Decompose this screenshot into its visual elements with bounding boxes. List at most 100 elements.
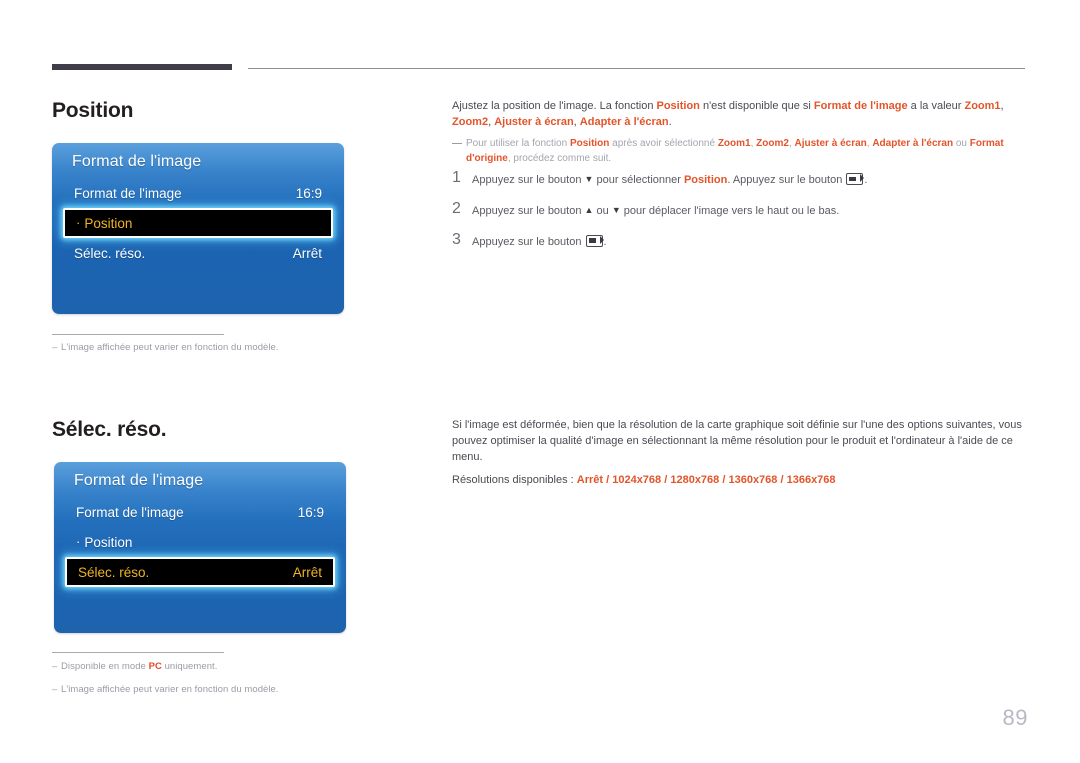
- resolution-option: 1366x768: [786, 473, 836, 486]
- available-resolutions: Résolutions disponibles : Arrêt / 1024x7…: [452, 473, 1027, 489]
- highlighted-term: Position: [569, 137, 610, 149]
- highlighted-term: Adapter à l'écran: [579, 115, 669, 128]
- footnote: – Disponible en mode PC uniquement.: [52, 661, 217, 672]
- footnote: – L'image affichée peut varier en fonctio…: [52, 684, 279, 695]
- osd-row-label: Sélec. réso.: [78, 564, 150, 580]
- highlighted-term: Position: [656, 100, 700, 112]
- highlighted-term: Format de l'image: [813, 100, 908, 112]
- highlighted-term: Zoom1: [964, 100, 1001, 112]
- osd-menu-position: Format de l'image Format de l'image 16:9 ·…: [52, 143, 344, 314]
- footnote-dash: –: [52, 684, 58, 695]
- text-run: ou: [953, 137, 970, 149]
- osd-row-list: Format de l'image 16:9 · Position Sélec. rés…: [54, 497, 346, 587]
- footnote-text: L'image affichée peut varier en fonction…: [61, 342, 279, 353]
- bullet-dot-icon: ·: [76, 214, 81, 230]
- osd-row-label: Sélec. réso.: [74, 245, 146, 261]
- osd-row[interactable]: Format de l'image 16:9: [65, 497, 335, 527]
- resolution-option: 1280x768: [670, 473, 720, 486]
- resolution-option: Arrêt: [576, 473, 604, 486]
- osd-header: Format de l'image: [74, 472, 204, 489]
- footnote-text: Disponible en mode PC uniquement.: [61, 661, 218, 672]
- osd-row-value: 16:9: [297, 504, 324, 520]
- highlighted-term: Zoom1: [717, 137, 751, 149]
- footnote-dash: –: [52, 661, 58, 672]
- instruction-steps: 1 Appuyez sur le bouton ▼ pour sélectionn…: [452, 169, 1027, 263]
- resolution-option: 1360x768: [728, 473, 778, 486]
- footnote-dash: –: [52, 342, 58, 353]
- header-rule-thick: [52, 64, 232, 70]
- text-run: .: [864, 174, 868, 186]
- text-run: après avoir sélectionné: [609, 137, 718, 149]
- description-block-selec-reso: Si l'image est déformée, bien que la rés…: [452, 418, 1027, 489]
- resolutions-label: Résolutions disponibles :: [452, 473, 577, 486]
- section-title-position: Position: [52, 99, 134, 122]
- osd-row[interactable]: Format de l'image 16:9: [63, 178, 333, 208]
- step-number: 3: [452, 230, 461, 248]
- description-block-position: Ajustez la position de l'image. La fonct…: [452, 99, 1027, 166]
- osd-row-label: Format de l'image: [74, 185, 182, 201]
- bullet-dot-icon: ·: [76, 533, 81, 549]
- osd-row[interactable]: · Position: [63, 208, 333, 238]
- text-run: Appuyez sur le bouton: [472, 235, 585, 248]
- instruction-step: 2 Appuyez sur le bouton ▲ ou ▼ pour dépla…: [452, 199, 1027, 220]
- osd-row[interactable]: · Position: [65, 527, 335, 557]
- osd-row-label: · Position: [76, 533, 133, 550]
- highlighted-term: Adapter à l'écran: [872, 137, 954, 149]
- osd-row-value: Arrêt: [292, 245, 322, 261]
- arrow-down-icon: ▼: [584, 174, 594, 184]
- osd-row[interactable]: Sélec. réso. Arrêt: [65, 557, 335, 587]
- highlighted-term: Position: [683, 174, 728, 186]
- resolution-option: 1024x768: [612, 473, 662, 486]
- subnote-dash: [452, 142, 462, 145]
- osd-header: Format de l'image: [72, 153, 202, 170]
- subnote-text: Pour utiliser la fonction Position après…: [466, 138, 1004, 164]
- description-paragraph: Si l'image est déformée, bien que la rés…: [452, 418, 1027, 466]
- footnote-text: L'image affichée peut varier en fonction…: [61, 684, 279, 695]
- text-run: a la valeur: [907, 100, 965, 112]
- osd-row-label: · Position: [76, 214, 133, 231]
- text-run: ou: [593, 204, 612, 217]
- instruction-step: 1 Appuyez sur le bouton ▼ pour sélectionn…: [452, 169, 1027, 189]
- note-divider: [52, 652, 224, 653]
- step-text: Appuyez sur le bouton ▼ pour sélectionne…: [472, 170, 867, 189]
- highlighted-term: Ajuster à écran: [794, 137, 867, 149]
- text-run: Si l'image est déformée, bien que la rés…: [452, 419, 1022, 463]
- osd-menu-selec-reso: Format de l'image Format de l'image 16:9 ·…: [54, 462, 346, 633]
- header-rule-thin: [248, 68, 1025, 69]
- osd-row-list: Format de l'image 16:9 · Position Sélec. rés…: [52, 178, 344, 268]
- resolution-separator: /: [777, 473, 787, 486]
- text-run: ,: [1000, 100, 1004, 112]
- osd-row-label: Format de l'image: [76, 504, 184, 520]
- text-run: Appuyez sur le bouton: [472, 174, 585, 186]
- osd-row[interactable]: Sélec. réso. Arrêt: [63, 238, 333, 268]
- description-paragraph: Ajustez la position de l'image. La fonct…: [452, 99, 1027, 131]
- text-run: Appuyez sur le bouton: [472, 204, 585, 217]
- instruction-step: 3 Appuyez sur le bouton .: [452, 230, 1027, 251]
- enter-button-icon: [846, 173, 865, 185]
- highlighted-term: Ajuster à écran: [494, 115, 574, 128]
- text-run: pour sélectionner: [593, 174, 684, 186]
- pc-mode-term: PC: [148, 661, 162, 672]
- resolution-separator: /: [603, 473, 613, 486]
- text-run: , procédez comme suit.: [507, 152, 612, 164]
- step-number: 2: [452, 199, 461, 217]
- page-number: 89: [1002, 705, 1028, 730]
- highlighted-term: Zoom2: [756, 137, 789, 149]
- text-run: . Appuyez sur le bouton: [727, 174, 846, 186]
- text-run: Pour utiliser la fonction: [466, 137, 570, 149]
- arrow-up-icon: ▲: [584, 204, 594, 215]
- description-subnote: Pour utiliser la fonction Position après…: [452, 136, 1027, 166]
- enter-button-icon: [585, 234, 604, 247]
- resolution-separator: /: [661, 473, 671, 486]
- arrow-down-icon: ▼: [611, 204, 621, 215]
- text-run: pour déplacer l'image vers le haut ou le…: [620, 204, 840, 217]
- text-run: Ajustez la position de l'image. La fonct…: [452, 100, 657, 112]
- text-run: .: [603, 235, 607, 248]
- note-divider: [52, 334, 224, 335]
- text-run: n'est disponible que si: [699, 100, 814, 112]
- step-text: Appuyez sur le bouton ▲ ou ▼ pour déplac…: [472, 201, 839, 220]
- osd-row-value: Arrêt: [292, 564, 322, 580]
- step-text: Appuyez sur le bouton .: [472, 232, 607, 251]
- text-run: .: [668, 115, 672, 128]
- osd-row-value: 16:9: [295, 185, 322, 201]
